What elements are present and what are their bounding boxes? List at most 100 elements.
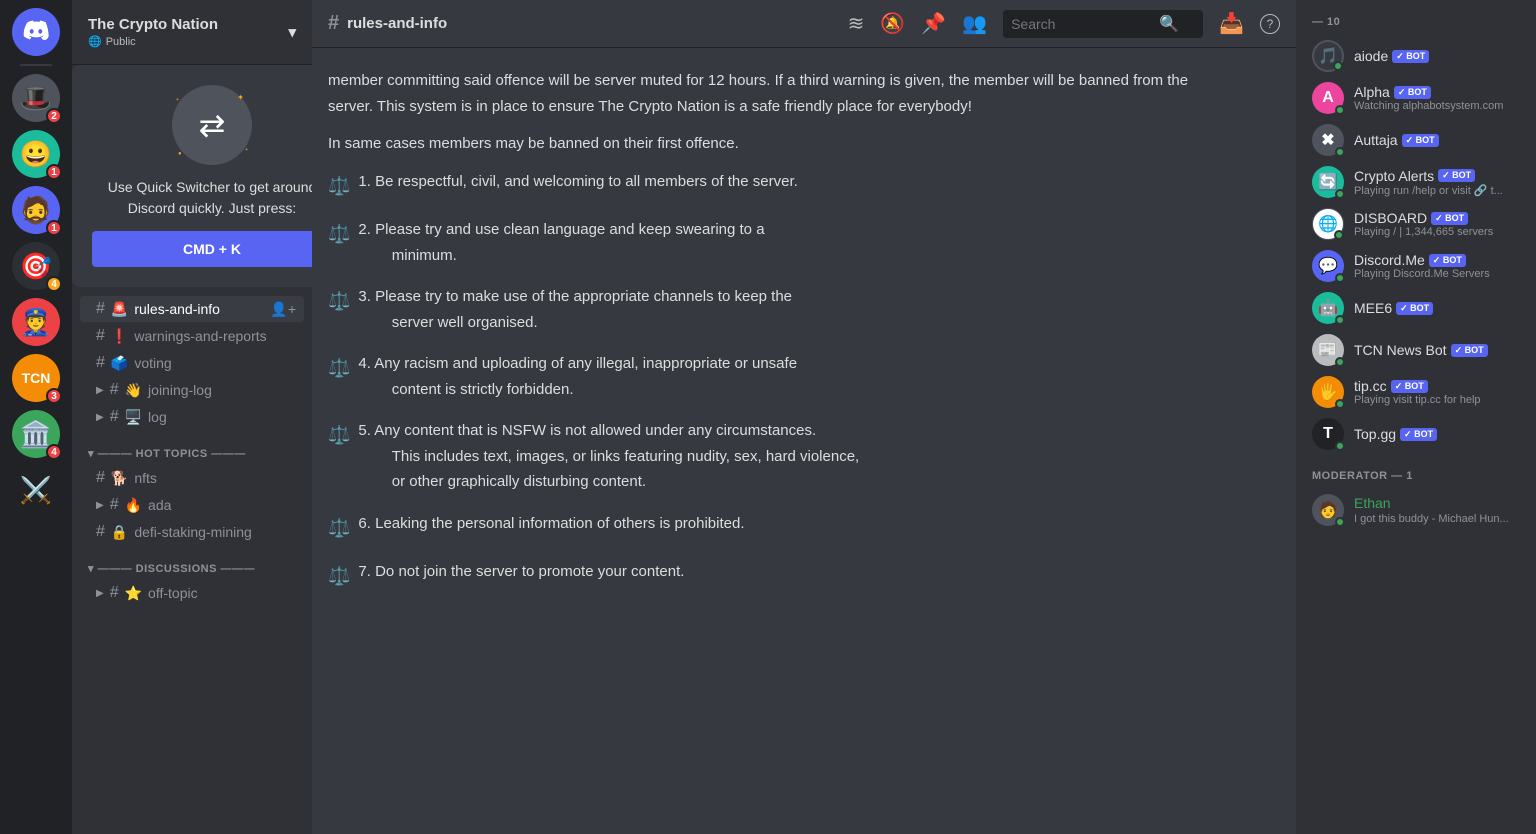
info-aiode: aiode ✓ BOT — [1354, 48, 1520, 64]
info-tcn-news: TCN News Bot ✓ BOT — [1354, 342, 1520, 358]
discord-home-button[interactable] — [12, 8, 60, 56]
channel-item-nfts[interactable]: # 🐕 ‍nfts — [80, 465, 304, 491]
avatar-mee6: 🤖 — [1312, 292, 1344, 324]
avatar-ethan: 🧑 — [1312, 494, 1344, 526]
search-input[interactable] — [1011, 16, 1151, 32]
server-icon-green[interactable]: 🏛️ 4 — [12, 410, 60, 458]
server-icon-man[interactable]: 🧔 1 — [12, 186, 60, 234]
quick-switcher-overlay: × ⇄ ✦ ● + + Use Quick Switcher to get ar… — [72, 65, 312, 287]
member-crypto-alerts[interactable]: 🔄 Crypto Alerts ✓ BOT Playing run /help … — [1304, 162, 1528, 202]
member-auttaja[interactable]: ✖ Auttaja ✓ BOT — [1304, 120, 1528, 160]
bot-badge-alpha: ✓ BOT — [1394, 86, 1431, 99]
channel-item-joining-log[interactable]: ▶ # 👋 joining-log — [80, 377, 304, 403]
channel-label-off-topic: off-topic — [148, 585, 198, 601]
help-icon[interactable]: ? — [1260, 14, 1280, 34]
name-topgg: Top.gg — [1354, 426, 1396, 442]
header-hash-icon: # — [328, 12, 339, 35]
channel-item-off-topic[interactable]: ▶ # ⭐ off-topic — [80, 580, 304, 606]
channel-header-name: # rules-and-info — [328, 12, 447, 35]
avatar-disboard: 🌐 — [1312, 208, 1344, 240]
info-ethan: Ethan I got this buddy - Michael Hun... — [1354, 495, 1520, 525]
bot-badge-crypto-alerts: ✓ BOT — [1438, 169, 1475, 182]
rule-icon-1: ⚖️ — [328, 171, 350, 202]
header-icons: ≋ 🔕 📌 👥 🔍 📥 ? — [848, 10, 1280, 38]
server-icon-hat[interactable]: 🎩 2 — [12, 74, 60, 122]
channel-item-log[interactable]: ▶ # 🖥️ log — [80, 404, 304, 430]
bot-badge-auttaja: ✓ BOT — [1402, 134, 1439, 147]
server-icon-tcn[interactable]: TCN 3 — [12, 354, 60, 402]
rule-icon-2: ⚖️ — [328, 219, 350, 250]
inbox-icon[interactable]: 📥 — [1219, 11, 1244, 36]
status-ethan — [1335, 517, 1345, 527]
muted-icon[interactable]: 🔕 — [880, 11, 905, 36]
rule-text-7: 7. Do not join the server to promote you… — [358, 559, 684, 585]
channel-item-warnings[interactable]: # ❗ warnings-and-reports — [80, 323, 304, 349]
rule-text-5: 5. Any content that is NSFW is not allow… — [358, 418, 859, 495]
bot-badge-aiode: ✓ BOT — [1392, 50, 1429, 63]
bot-badge-topgg: ✓ BOT — [1400, 428, 1437, 441]
status-tcn-news — [1335, 357, 1345, 367]
rule-icon-4: ⚖️ — [328, 353, 350, 384]
rule-1: ⚖️ 1. Be respectful, civil, and welcomin… — [328, 169, 1224, 202]
server-icon-target[interactable]: 🎯 4 — [12, 242, 60, 290]
member-topgg[interactable]: T Top.gg ✓ BOT — [1304, 414, 1528, 454]
name-mee6: MEE6 — [1354, 300, 1392, 316]
message-content: member committing said offence will be s… — [328, 68, 1224, 592]
rule-icon-7: ⚖️ — [328, 561, 350, 592]
badge-man: 1 — [46, 220, 62, 236]
quick-switcher-icon: ⇄ ✦ ● + + — [172, 85, 252, 165]
rule-5: ⚖️ 5. Any content that is NSFW is not al… — [328, 418, 1224, 495]
member-discord-me[interactable]: 💬 Discord.Me ✓ BOT Playing Discord.Me Se… — [1304, 246, 1528, 286]
channel-item-defi[interactable]: # 🔒 defi-staking-mining — [80, 519, 304, 545]
server-dropdown-icon[interactable]: ▾ — [288, 23, 296, 41]
member-tipcc[interactable]: 🖐️ tip.cc ✓ BOT Playing visit tip.cc for… — [1304, 372, 1528, 412]
members-icon[interactable]: 👥 — [962, 11, 987, 36]
info-alpha: Alpha ✓ BOT Watching alphabotsystem.com — [1354, 84, 1520, 112]
bot-badge-mee6: ✓ BOT — [1396, 302, 1433, 315]
name-crypto-alerts: Crypto Alerts — [1354, 168, 1434, 184]
server-icon-cop[interactable]: 👮 — [12, 298, 60, 346]
server-icon-face[interactable]: 😀 1 — [12, 130, 60, 178]
member-mee6[interactable]: 🤖 MEE6 ✓ BOT — [1304, 288, 1528, 328]
pin-icon[interactable]: 📌 — [921, 11, 946, 36]
main-content: # rules-and-info ≋ 🔕 📌 👥 🔍 📥 ? member co… — [312, 0, 1296, 834]
avatar-alpha: A — [1312, 82, 1344, 114]
status-tipcc — [1335, 399, 1345, 409]
search-bar[interactable]: 🔍 — [1003, 10, 1203, 38]
avatar-crypto-alerts: 🔄 — [1312, 166, 1344, 198]
status-mee6 — [1335, 315, 1345, 325]
name-discord-me: Discord.Me — [1354, 252, 1425, 268]
messages-area[interactable]: member committing said offence will be s… — [312, 48, 1296, 834]
member-tcn-news[interactable]: 📰 TCN News Bot ✓ BOT — [1304, 330, 1528, 370]
add-member-icon[interactable]: 👤+ — [270, 301, 296, 318]
category-hot-topics[interactable]: ▾ ——— HOT TOPICS ——— — [72, 431, 312, 464]
channel-item-voting[interactable]: # 🗳️ voting — [80, 350, 304, 376]
member-disboard[interactable]: 🌐 DISBOARD ✓ BOT Playing / | 1,344,665 s… — [1304, 204, 1528, 244]
avatar-tcn-news: 📰 — [1312, 334, 1344, 366]
search-icon: 🔍 — [1159, 14, 1179, 34]
avatar-auttaja: ✖ — [1312, 124, 1344, 156]
name-ethan: Ethan — [1354, 495, 1391, 511]
second-paragraph: In same cases members may be banned on t… — [328, 131, 1224, 157]
category-discussions[interactable]: ▾ ——— DISCUSSIONS ——— — [72, 546, 312, 579]
rule-text-4: 4. Any racism and uploading of any illeg… — [358, 351, 797, 402]
bot-badge-tcn-news: ✓ BOT — [1451, 344, 1488, 357]
activity-disboard: Playing / | 1,344,665 servers — [1354, 226, 1520, 238]
avatar-aiode: 🎵 — [1312, 40, 1344, 72]
channel-item-rules-and-info[interactable]: # 🚨 rules-and-info 👤+ — [80, 296, 304, 322]
quick-switcher-button[interactable]: CMD + K — [92, 231, 312, 267]
activity-discord-me: Playing Discord.Me Servers — [1354, 268, 1520, 280]
server-header[interactable]: The Crypto Nation 🌐 Public ▾ — [72, 0, 312, 65]
server-icon-knight[interactable]: ⚔️ — [12, 466, 60, 514]
server-sidebar: 🎩 2 😀 1 🧔 1 🎯 4 👮 TCN 3 🏛️ 4 ⚔️ — [0, 0, 72, 834]
server-separator — [20, 64, 52, 66]
channel-item-ada[interactable]: ▶ # 🔥 ada — [80, 492, 304, 518]
member-aiode[interactable]: 🎵 aiode ✓ BOT — [1304, 36, 1528, 76]
rule-text-6: 6. Leaking the personal information of o… — [358, 511, 744, 537]
channel-label-log: log — [148, 409, 167, 425]
threads-icon[interactable]: ≋ — [848, 11, 865, 36]
channel-sidebar: The Crypto Nation 🌐 Public ▾ × ⇄ ✦ ● + +… — [72, 0, 312, 834]
avatar-tipcc: 🖐️ — [1312, 376, 1344, 408]
member-alpha[interactable]: A Alpha ✓ BOT Watching alphabotsystem.co… — [1304, 78, 1528, 118]
member-ethan[interactable]: 🧑 Ethan I got this buddy - Michael Hun..… — [1304, 490, 1528, 530]
